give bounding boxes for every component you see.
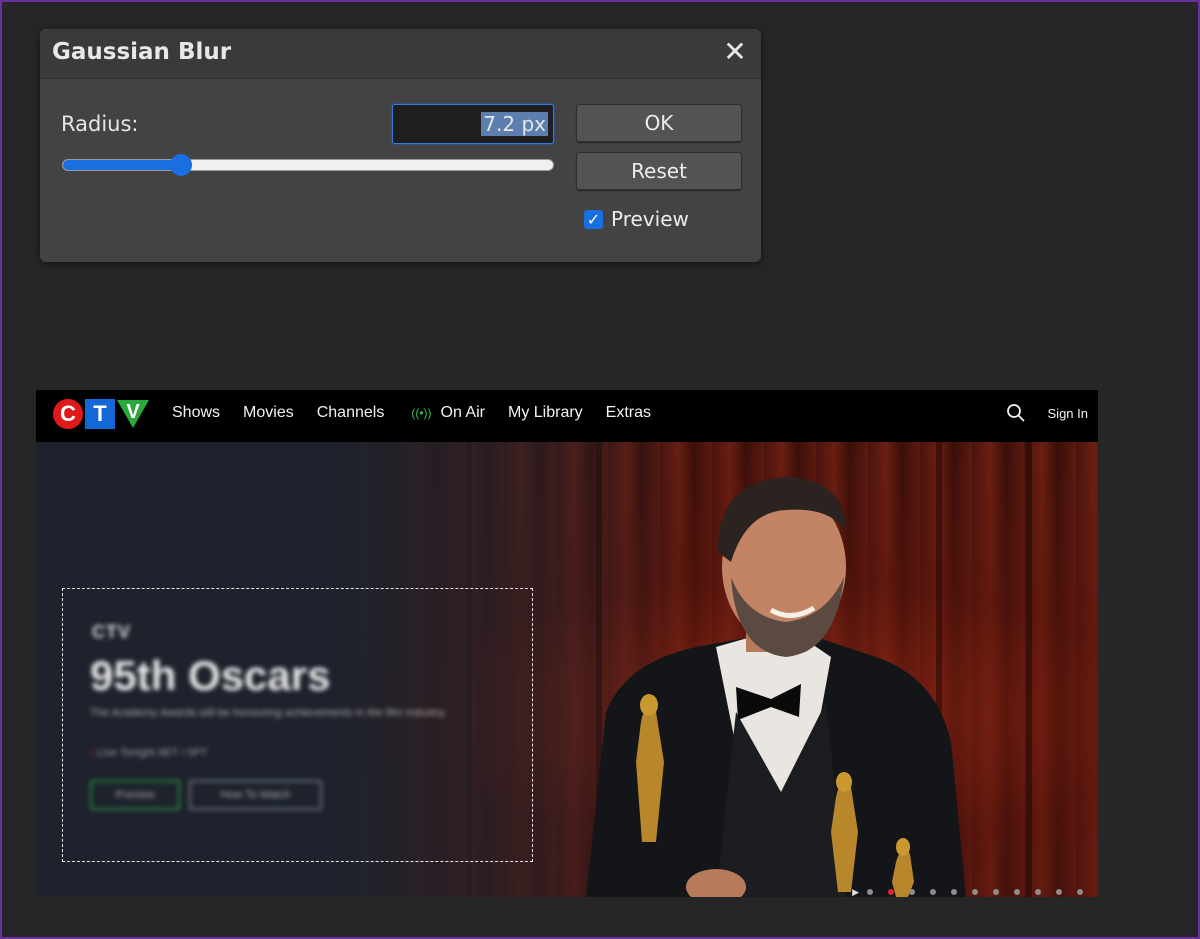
nav-channels[interactable]: Channels: [317, 404, 385, 422]
carousel-dot[interactable]: [972, 889, 978, 895]
radius-label: Radius:: [61, 112, 139, 136]
radius-value: 7.2 px: [481, 112, 548, 136]
preview-toggle[interactable]: ✓ Preview: [584, 207, 689, 231]
logo-letter-v: V: [126, 401, 140, 423]
slider-fill: [63, 160, 181, 170]
carousel-play-icon[interactable]: ▶: [852, 887, 859, 898]
carousel-dot[interactable]: [1014, 889, 1020, 895]
nav-movies[interactable]: Movies: [243, 404, 294, 422]
nav-extras[interactable]: Extras: [606, 404, 651, 422]
carousel-dot[interactable]: [1056, 889, 1062, 895]
logo-letter-c: C: [53, 399, 83, 429]
carousel-dot[interactable]: [951, 889, 957, 895]
preview-checkbox[interactable]: ✓: [584, 209, 603, 229]
hero-banner[interactable]: CTV 95th Oscars The Academy Awards will …: [36, 442, 1098, 897]
radius-input[interactable]: 7.2 px: [392, 104, 554, 144]
logo-letter-t: T: [85, 399, 115, 429]
nav-shows[interactable]: Shows: [172, 404, 220, 422]
carousel-dot[interactable]: [1077, 889, 1083, 895]
nav-my-library[interactable]: My Library: [508, 404, 583, 422]
carousel-indicators: ▶: [852, 887, 1098, 897]
carousel-dot[interactable]: [993, 889, 999, 895]
carousel-dot[interactable]: [930, 889, 936, 895]
carousel-dot[interactable]: [867, 889, 873, 895]
ok-button[interactable]: OK: [576, 104, 742, 142]
reset-button[interactable]: Reset: [576, 152, 742, 190]
sign-in-link[interactable]: Sign In: [1048, 406, 1088, 421]
slider-thumb[interactable]: [169, 154, 192, 176]
nav-links: Shows Movies Channels ((•)) On Air My Li…: [172, 404, 674, 422]
preview-label: Preview: [611, 207, 689, 231]
carousel-dot[interactable]: [888, 889, 894, 895]
carousel-dot[interactable]: [1035, 889, 1041, 895]
marquee-selection[interactable]: [62, 588, 533, 862]
gaussian-blur-dialog: Gaussian Blur ✕ Radius: 7.2 px OK Reset …: [40, 29, 761, 262]
carousel-dot[interactable]: [909, 889, 915, 895]
dialog-title: Gaussian Blur: [52, 39, 232, 65]
close-icon[interactable]: ✕: [721, 38, 749, 66]
top-nav: C T V Shows Movies Channels ((•)) On Air…: [36, 390, 1098, 442]
broadcast-icon: ((•)): [411, 406, 432, 420]
host-photo: [586, 477, 966, 897]
search-icon[interactable]: [1006, 403, 1026, 423]
ctv-webpage: C T V Shows Movies Channels ((•)) On Air…: [36, 390, 1098, 897]
logo-letter-v-block: V: [116, 399, 150, 429]
dialog-titlebar[interactable]: Gaussian Blur ✕: [40, 29, 761, 79]
nav-on-air-label: On Air: [440, 404, 485, 421]
ctv-logo[interactable]: C T V: [53, 399, 150, 429]
radius-slider[interactable]: [62, 154, 554, 176]
nav-on-air[interactable]: ((•)) On Air: [411, 404, 485, 422]
